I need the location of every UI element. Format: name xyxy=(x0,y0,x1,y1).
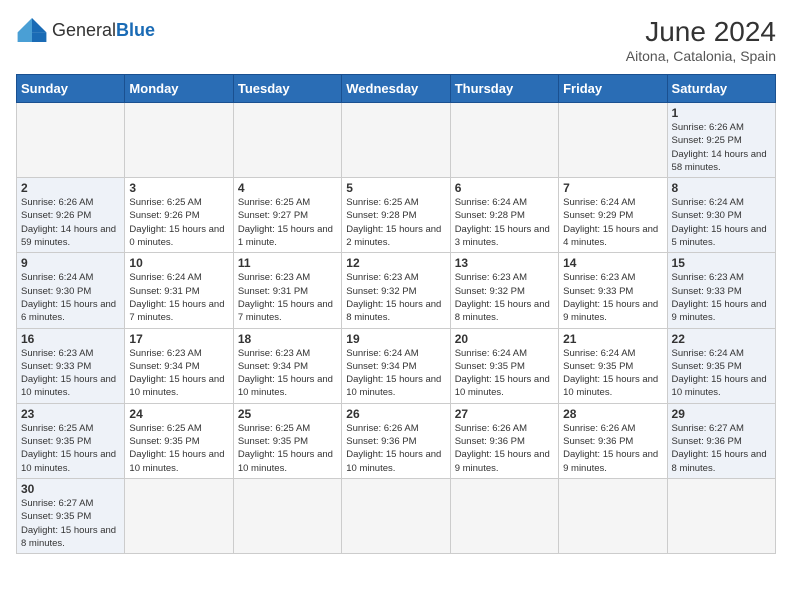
day-8: 8 Sunrise: 6:24 AMSunset: 9:30 PMDayligh… xyxy=(667,178,775,253)
calendar-row-6: 30 Sunrise: 6:27 AMSunset: 9:35 PMDaylig… xyxy=(17,478,776,553)
day-20: 20 Sunrise: 6:24 AMSunset: 9:35 PMDaylig… xyxy=(450,328,558,403)
logo: GeneralBlue xyxy=(16,16,155,44)
day-15: 15 Sunrise: 6:23 AMSunset: 9:33 PMDaylig… xyxy=(667,253,775,328)
day-24: 24 Sunrise: 6:25 AMSunset: 9:35 PMDaylig… xyxy=(125,403,233,478)
day-27: 27 Sunrise: 6:26 AMSunset: 9:36 PMDaylig… xyxy=(450,403,558,478)
day-19: 19 Sunrise: 6:24 AMSunset: 9:34 PMDaylig… xyxy=(342,328,450,403)
col-wednesday: Wednesday xyxy=(342,75,450,103)
calendar-subtitle: Aitona, Catalonia, Spain xyxy=(626,48,776,64)
calendar-row-2: 2 Sunrise: 6:26 AMSunset: 9:26 PMDayligh… xyxy=(17,178,776,253)
day-6: 6 Sunrise: 6:24 AMSunset: 9:28 PMDayligh… xyxy=(450,178,558,253)
calendar-header-row: Sunday Monday Tuesday Wednesday Thursday… xyxy=(17,75,776,103)
calendar-row-1: 1 Sunrise: 6:26 AM Sunset: 9:25 PM Dayli… xyxy=(17,103,776,178)
day-1: 1 Sunrise: 6:26 AM Sunset: 9:25 PM Dayli… xyxy=(667,103,775,178)
day-16: 16 Sunrise: 6:23 AMSunset: 9:33 PMDaylig… xyxy=(17,328,125,403)
day-5: 5 Sunrise: 6:25 AMSunset: 9:28 PMDayligh… xyxy=(342,178,450,253)
daylight-label: Daylight: xyxy=(672,149,712,160)
day-17: 17 Sunrise: 6:23 AMSunset: 9:34 PMDaylig… xyxy=(125,328,233,403)
calendar-row-5: 23 Sunrise: 6:25 AMSunset: 9:35 PMDaylig… xyxy=(17,403,776,478)
day-13: 13 Sunrise: 6:23 AMSunset: 9:32 PMDaylig… xyxy=(450,253,558,328)
day-21: 21 Sunrise: 6:24 AMSunset: 9:35 PMDaylig… xyxy=(559,328,667,403)
empty-cell xyxy=(450,103,558,178)
day-26: 26 Sunrise: 6:26 AMSunset: 9:36 PMDaylig… xyxy=(342,403,450,478)
day-4: 4 Sunrise: 6:25 AMSunset: 9:27 PMDayligh… xyxy=(233,178,341,253)
col-tuesday: Tuesday xyxy=(233,75,341,103)
day-22: 22 Sunrise: 6:24 AMSunset: 9:35 PMDaylig… xyxy=(667,328,775,403)
empty-cell xyxy=(667,478,775,553)
calendar-row-4: 16 Sunrise: 6:23 AMSunset: 9:33 PMDaylig… xyxy=(17,328,776,403)
day-10: 10 Sunrise: 6:24 AMSunset: 9:31 PMDaylig… xyxy=(125,253,233,328)
sunset-val: 9:25 PM xyxy=(706,135,741,146)
empty-cell xyxy=(342,103,450,178)
day-2: 2 Sunrise: 6:26 AMSunset: 9:26 PMDayligh… xyxy=(17,178,125,253)
empty-cell xyxy=(559,478,667,553)
empty-cell xyxy=(125,478,233,553)
col-sunday: Sunday xyxy=(17,75,125,103)
day-29: 29 Sunrise: 6:27 AMSunset: 9:36 PMDaylig… xyxy=(667,403,775,478)
day-11: 11 Sunrise: 6:23 AMSunset: 9:31 PMDaylig… xyxy=(233,253,341,328)
col-monday: Monday xyxy=(125,75,233,103)
col-thursday: Thursday xyxy=(450,75,558,103)
sunrise-val: 6:26 AM xyxy=(709,122,744,133)
empty-cell xyxy=(450,478,558,553)
title-area: June 2024 Aitona, Catalonia, Spain xyxy=(626,16,776,64)
day-28: 28 Sunrise: 6:26 AMSunset: 9:36 PMDaylig… xyxy=(559,403,667,478)
day-23: 23 Sunrise: 6:25 AMSunset: 9:35 PMDaylig… xyxy=(17,403,125,478)
empty-cell xyxy=(559,103,667,178)
empty-cell xyxy=(233,478,341,553)
empty-cell xyxy=(125,103,233,178)
day-9: 9 Sunrise: 6:24 AMSunset: 9:30 PMDayligh… xyxy=(17,253,125,328)
day-14: 14 Sunrise: 6:23 AMSunset: 9:33 PMDaylig… xyxy=(559,253,667,328)
empty-cell xyxy=(342,478,450,553)
calendar-title: June 2024 xyxy=(626,16,776,48)
sunset-label: Sunset: xyxy=(672,135,707,146)
day-25: 25 Sunrise: 6:25 AMSunset: 9:35 PMDaylig… xyxy=(233,403,341,478)
empty-cell xyxy=(17,103,125,178)
logo-text: GeneralBlue xyxy=(52,20,155,41)
col-saturday: Saturday xyxy=(667,75,775,103)
day-12: 12 Sunrise: 6:23 AMSunset: 9:32 PMDaylig… xyxy=(342,253,450,328)
page-header: GeneralBlue June 2024 Aitona, Catalonia,… xyxy=(16,16,776,64)
logo-icon xyxy=(16,16,48,44)
calendar-row-3: 9 Sunrise: 6:24 AMSunset: 9:30 PMDayligh… xyxy=(17,253,776,328)
col-friday: Friday xyxy=(559,75,667,103)
day-30: 30 Sunrise: 6:27 AMSunset: 9:35 PMDaylig… xyxy=(17,478,125,553)
day-18: 18 Sunrise: 6:23 AMSunset: 9:34 PMDaylig… xyxy=(233,328,341,403)
day-7: 7 Sunrise: 6:24 AMSunset: 9:29 PMDayligh… xyxy=(559,178,667,253)
day-3: 3 Sunrise: 6:25 AMSunset: 9:26 PMDayligh… xyxy=(125,178,233,253)
empty-cell xyxy=(233,103,341,178)
sunrise-label: Sunrise: xyxy=(672,122,710,133)
calendar-table: Sunday Monday Tuesday Wednesday Thursday… xyxy=(16,74,776,554)
